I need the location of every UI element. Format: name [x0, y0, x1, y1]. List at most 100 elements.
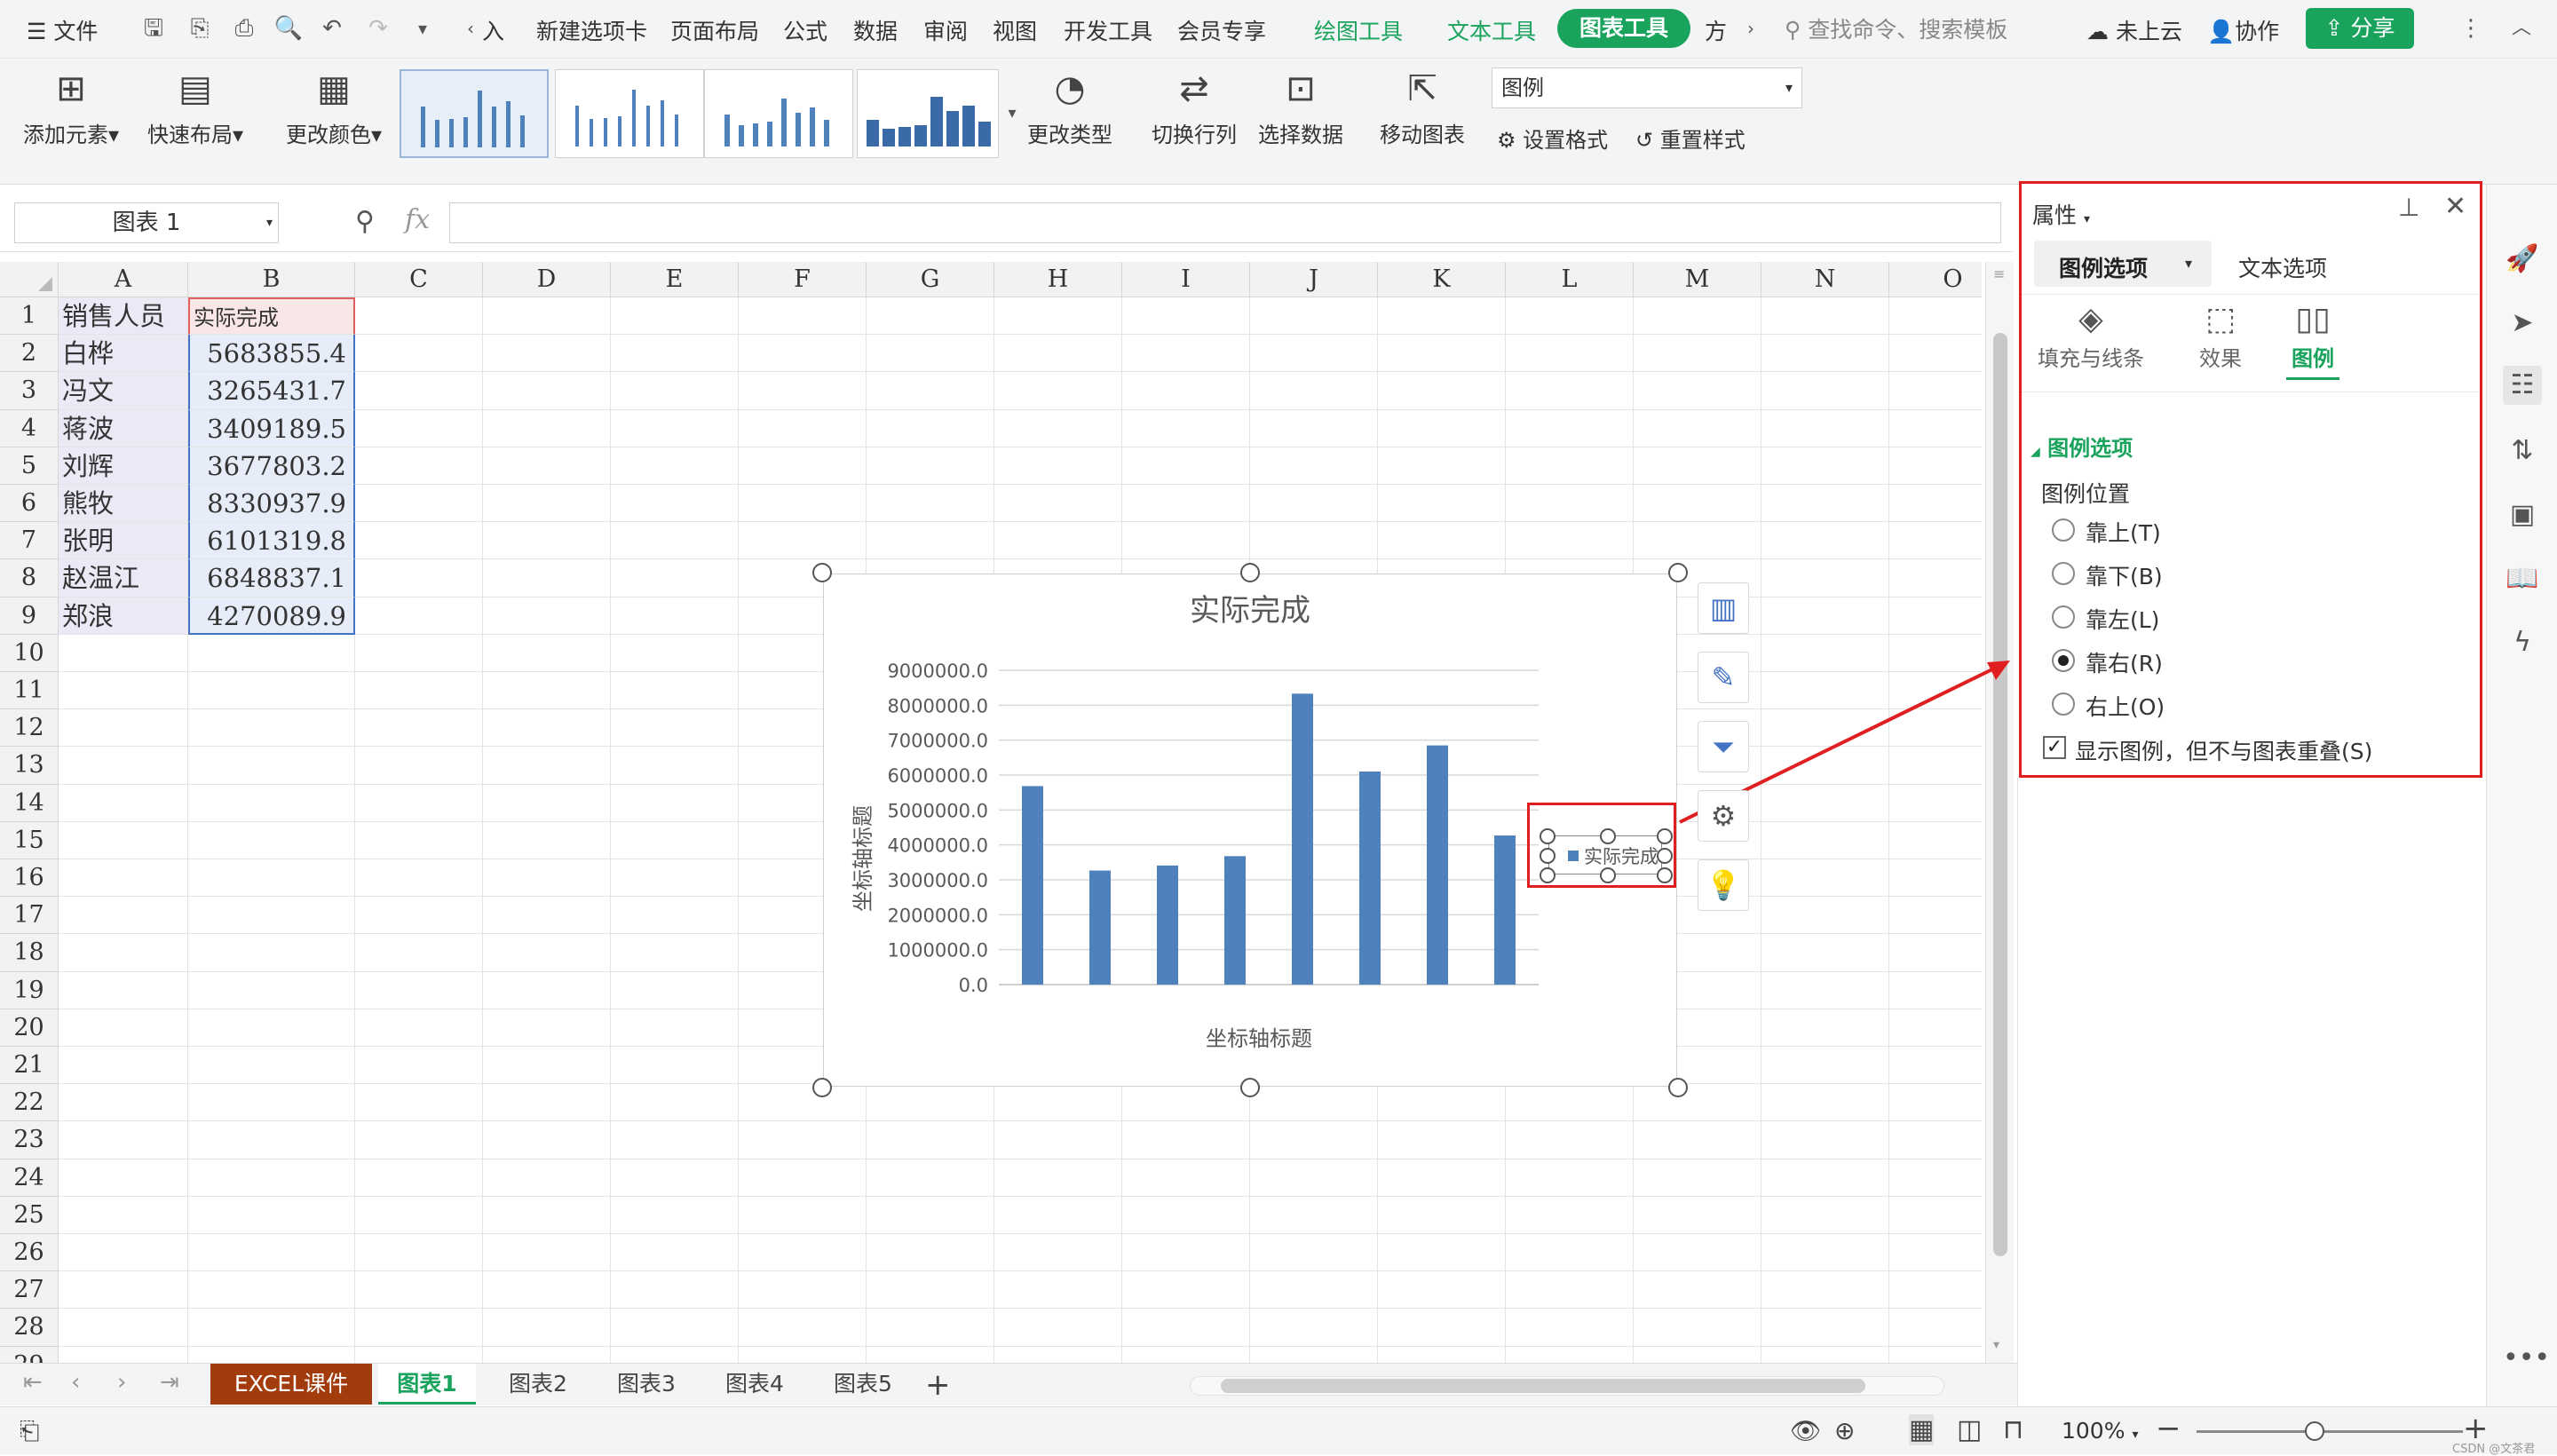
- tab-insert[interactable]: 入: [482, 14, 504, 46]
- no-overlap-label[interactable]: 显示图例，但不与图表重叠(S): [2075, 734, 2372, 766]
- row-header[interactable]: 7: [0, 522, 59, 560]
- row-header[interactable]: 17: [0, 897, 59, 935]
- chart-resize-handle[interactable]: [1668, 563, 1688, 582]
- chart-resize-handle[interactable]: [1240, 563, 1260, 582]
- tab-new[interactable]: 新建选项卡: [536, 14, 647, 46]
- table-cell[interactable]: 4270089.9: [188, 597, 355, 635]
- scroll-down-icon[interactable]: ▾: [1993, 1338, 1999, 1352]
- file-menu[interactable]: ☰ 文件: [27, 14, 98, 46]
- bar-5[interactable]: [1359, 772, 1381, 985]
- column-header[interactable]: M: [1634, 262, 1761, 297]
- horizontal-scrollbar[interactable]: [1190, 1376, 1944, 1396]
- tab-drawing-tools[interactable]: 绘图工具: [1314, 14, 1403, 46]
- page-break-view-icon[interactable]: ⊓: [2003, 1414, 2023, 1445]
- no-overlap-checkbox[interactable]: ✓: [2043, 736, 2066, 759]
- scroll-top-icon[interactable]: ≡: [1993, 265, 2005, 282]
- row-header[interactable]: 18: [0, 934, 59, 972]
- image-tool-icon[interactable]: ▣: [2503, 495, 2542, 534]
- row-header[interactable]: 20: [0, 1009, 59, 1047]
- row-header[interactable]: 24: [0, 1159, 59, 1197]
- chart-element-select[interactable]: 图例 ▾: [1492, 67, 1802, 108]
- redo-icon[interactable]: ↷: [362, 12, 394, 44]
- row-header[interactable]: 4: [0, 409, 59, 447]
- change-type-button[interactable]: ◔ 更改类型: [1021, 67, 1119, 148]
- more-options-icon[interactable]: ⋮: [2455, 12, 2487, 44]
- tabs-scroll-right-icon[interactable]: ›: [1735, 12, 1767, 44]
- zoom-slider-knob[interactable]: [2305, 1421, 2324, 1441]
- zoom-out-icon[interactable]: −: [2156, 1411, 2181, 1446]
- table-cell[interactable]: 实际完成: [188, 297, 355, 336]
- collapse-ribbon-icon[interactable]: ︿: [2506, 12, 2537, 44]
- pin-icon[interactable]: ⊥: [2398, 193, 2419, 222]
- chart-title[interactable]: 实际完成: [1190, 593, 1310, 629]
- quick-access-dropdown-icon[interactable]: ▾: [407, 12, 439, 44]
- radio-left[interactable]: [2052, 605, 2075, 629]
- chart-settings-gear-icon[interactable]: ⚙: [1698, 790, 1749, 842]
- tab-text-options[interactable]: 文本选项: [2238, 251, 2327, 283]
- sheet-tab[interactable]: 图表4: [710, 1364, 799, 1405]
- tab-text-tools[interactable]: 文本工具: [1447, 14, 1536, 46]
- sub-fill-line[interactable]: ◈ 填充与线条: [2038, 301, 2144, 372]
- book-search-icon[interactable]: 📖: [2503, 559, 2542, 598]
- section-legend-options[interactable]: ◢ 图例选项: [2031, 431, 2133, 462]
- row-header[interactable]: 13: [0, 747, 59, 785]
- row-header[interactable]: 2: [0, 335, 59, 373]
- transform-icon[interactable]: ⇅: [2503, 431, 2542, 471]
- scrollbar-thumb[interactable]: [1221, 1379, 1865, 1393]
- label-top-right[interactable]: 右上(O): [2086, 690, 2165, 722]
- table-cell[interactable]: 6101319.8: [188, 522, 355, 560]
- chart-style-1[interactable]: [400, 69, 549, 158]
- bar-0[interactable]: [1022, 786, 1043, 985]
- row-header[interactable]: 3: [0, 372, 59, 410]
- zoom-formula-icon[interactable]: ⚲: [355, 206, 375, 237]
- sheet-tab[interactable]: 图表5: [819, 1364, 907, 1405]
- chart-elements-tool-icon[interactable]: ▥: [1698, 582, 1749, 634]
- add-element-button[interactable]: ⊞ 添加元素▾: [18, 67, 124, 148]
- zoom-slider[interactable]: [2197, 1430, 2463, 1433]
- sheet-tab[interactable]: EXCEL课件: [210, 1364, 372, 1405]
- row-header[interactable]: 16: [0, 859, 59, 898]
- fx-icon[interactable]: fx: [405, 204, 430, 235]
- add-sheet-icon[interactable]: +: [925, 1367, 951, 1403]
- next-sheet-icon[interactable]: ›: [117, 1369, 126, 1396]
- column-header[interactable]: E: [611, 262, 739, 297]
- column-header[interactable]: I: [1122, 262, 1250, 297]
- row-header[interactable]: 19: [0, 971, 59, 1009]
- column-header[interactable]: J: [1250, 262, 1378, 297]
- change-color-button[interactable]: ▦ 更改颜色▾: [281, 67, 387, 148]
- radio-top[interactable]: [2052, 518, 2075, 542]
- normal-view-icon[interactable]: ▦: [1909, 1414, 1935, 1445]
- table-cell[interactable]: 3265431.7: [188, 372, 355, 410]
- radio-bottom[interactable]: [2052, 562, 2075, 585]
- row-header[interactable]: 27: [0, 1271, 59, 1310]
- row-header[interactable]: 5: [0, 447, 59, 485]
- table-cell[interactable]: 赵温江: [59, 559, 188, 597]
- macro-record-icon[interactable]: ⎗: [20, 1416, 39, 1446]
- row-header[interactable]: 9: [0, 597, 59, 635]
- table-cell[interactable]: 5683855.4: [188, 335, 355, 373]
- row-header[interactable]: 12: [0, 709, 59, 748]
- chart-resize-handle[interactable]: [812, 1078, 832, 1097]
- row-header[interactable]: 21: [0, 1047, 59, 1085]
- sheet-tab[interactable]: 图表2: [494, 1364, 582, 1405]
- quick-layout-button[interactable]: ▤ 快速布局▾: [142, 67, 249, 148]
- row-header[interactable]: 1: [0, 297, 59, 336]
- table-cell[interactable]: 蒋波: [59, 409, 188, 447]
- label-left[interactable]: 靠左(L): [2086, 603, 2159, 635]
- row-header[interactable]: 22: [0, 1084, 59, 1122]
- column-header[interactable]: F: [739, 262, 867, 297]
- switch-rowcol-button[interactable]: ⇄ 切换行列: [1145, 67, 1243, 148]
- page-layout-view-icon[interactable]: ◫: [1957, 1414, 1982, 1445]
- prev-sheet-icon[interactable]: ‹: [71, 1369, 80, 1396]
- label-top[interactable]: 靠上(T): [2086, 516, 2161, 548]
- row-header[interactable]: 11: [0, 672, 59, 710]
- table-cell[interactable]: 销售人员: [59, 297, 188, 336]
- tab-review[interactable]: 审阅: [923, 14, 968, 46]
- row-header[interactable]: 25: [0, 1196, 59, 1234]
- eye-protection-icon[interactable]: 👁: [1790, 1416, 1822, 1445]
- row-header[interactable]: 23: [0, 1121, 59, 1159]
- sub-legend[interactable]: ▯▯ 图例: [2268, 301, 2357, 380]
- bar-7[interactable]: [1494, 835, 1516, 985]
- input-method-icon[interactable]: ⊕: [1834, 1416, 1855, 1445]
- chart-style-3[interactable]: [704, 69, 853, 158]
